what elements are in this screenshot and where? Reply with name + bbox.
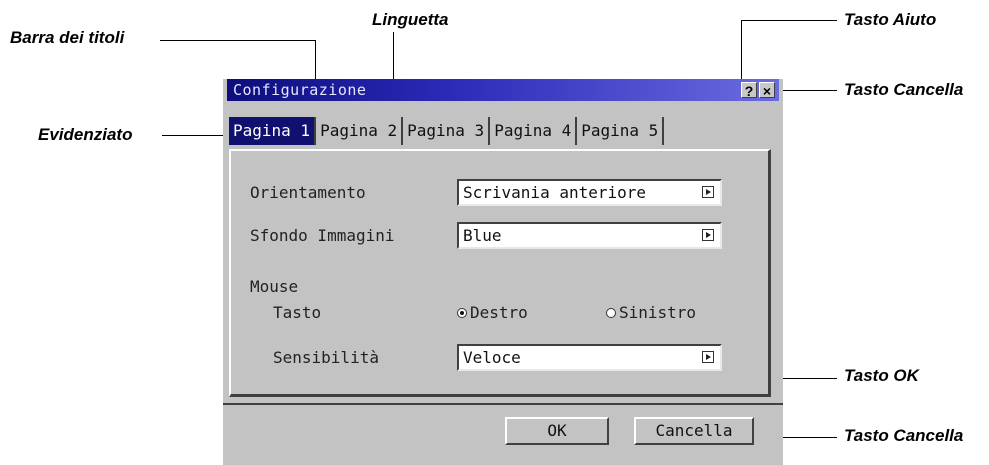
tab-pagina-3[interactable]: Pagina 3 bbox=[403, 117, 491, 145]
dialog-title: Configurazione bbox=[233, 81, 367, 99]
arrow-right-icon bbox=[702, 186, 714, 198]
background-value: Blue bbox=[463, 226, 502, 245]
callout-cancel-key-bottom: Tasto Cancella bbox=[844, 426, 964, 445]
callout-cancel-key-top: Tasto Cancella bbox=[844, 80, 964, 99]
callout-highlight: Evidenziato bbox=[38, 125, 133, 144]
leader-help-key-h bbox=[741, 20, 837, 21]
sensitivity-label: Sensibilità bbox=[273, 348, 379, 367]
sensitivity-value: Veloce bbox=[463, 348, 521, 367]
tab-pagina-2[interactable]: Pagina 2 bbox=[316, 117, 404, 145]
callout-ok-key: Tasto OK bbox=[844, 366, 919, 385]
radio-selected-icon bbox=[457, 308, 467, 318]
mouse-button-label: Tasto bbox=[273, 303, 322, 322]
background-label: Sfondo Immagini bbox=[250, 226, 395, 245]
close-button[interactable]: × bbox=[759, 82, 775, 99]
tab-pagina-5[interactable]: Pagina 5 bbox=[577, 117, 665, 145]
arrow-right-icon bbox=[702, 351, 714, 363]
title-bar[interactable]: Configurazione ? × bbox=[227, 79, 779, 101]
radio-destro[interactable]: Destro bbox=[457, 303, 528, 323]
cancel-button[interactable]: Cancella bbox=[634, 417, 754, 445]
tab-pagina-1[interactable]: Pagina 1 bbox=[229, 117, 317, 145]
radio-unselected-icon bbox=[606, 308, 616, 318]
configuration-dialog: Configurazione ? × Pagina 1 Pagina 2 Pag… bbox=[223, 79, 783, 465]
orientation-value: Scrivania anteriore bbox=[463, 183, 647, 202]
callout-help-key: Tasto Aiuto bbox=[844, 10, 937, 29]
callout-tab: Linguetta bbox=[372, 10, 449, 29]
radio-sinistro-label: Sinistro bbox=[619, 303, 697, 322]
divider bbox=[223, 403, 783, 405]
tab-strip: Pagina 1 Pagina 2 Pagina 3 Pagina 4 Pagi… bbox=[229, 117, 665, 147]
help-button[interactable]: ? bbox=[741, 82, 757, 99]
ok-button[interactable]: OK bbox=[505, 417, 609, 445]
orientation-select[interactable]: Scrivania anteriore bbox=[457, 179, 722, 206]
leader-highlight bbox=[162, 135, 232, 136]
arrow-right-icon bbox=[702, 229, 714, 241]
tab-pagina-4[interactable]: Pagina 4 bbox=[490, 117, 578, 145]
orientation-label: Orientamento bbox=[250, 183, 366, 202]
radio-sinistro[interactable]: Sinistro bbox=[606, 303, 696, 323]
mouse-label: Mouse bbox=[250, 277, 299, 296]
leader-title-bar-h bbox=[160, 40, 316, 41]
sensitivity-select[interactable]: Veloce bbox=[457, 344, 722, 371]
callout-title-bar: Barra dei titoli bbox=[10, 28, 125, 47]
background-select[interactable]: Blue bbox=[457, 222, 722, 249]
radio-destro-label: Destro bbox=[470, 303, 528, 322]
